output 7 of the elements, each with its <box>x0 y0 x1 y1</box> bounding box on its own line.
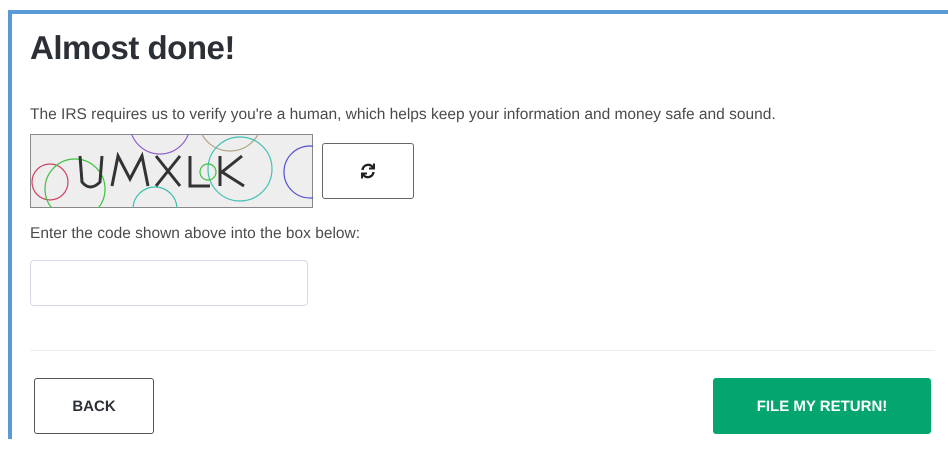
code-field-label: Enter the code shown above into the box below: <box>30 224 362 244</box>
refresh-button[interactable] <box>322 143 414 199</box>
back-button[interactable]: BACK <box>34 378 154 434</box>
refresh-icon <box>359 162 377 180</box>
code-input-field[interactable] <box>30 260 308 306</box>
intro-text: The IRS requires us to verify you're a human, which helps keep your information and money safe and sound. <box>30 105 777 125</box>
page-heading: Almost done! <box>30 28 236 68</box>
